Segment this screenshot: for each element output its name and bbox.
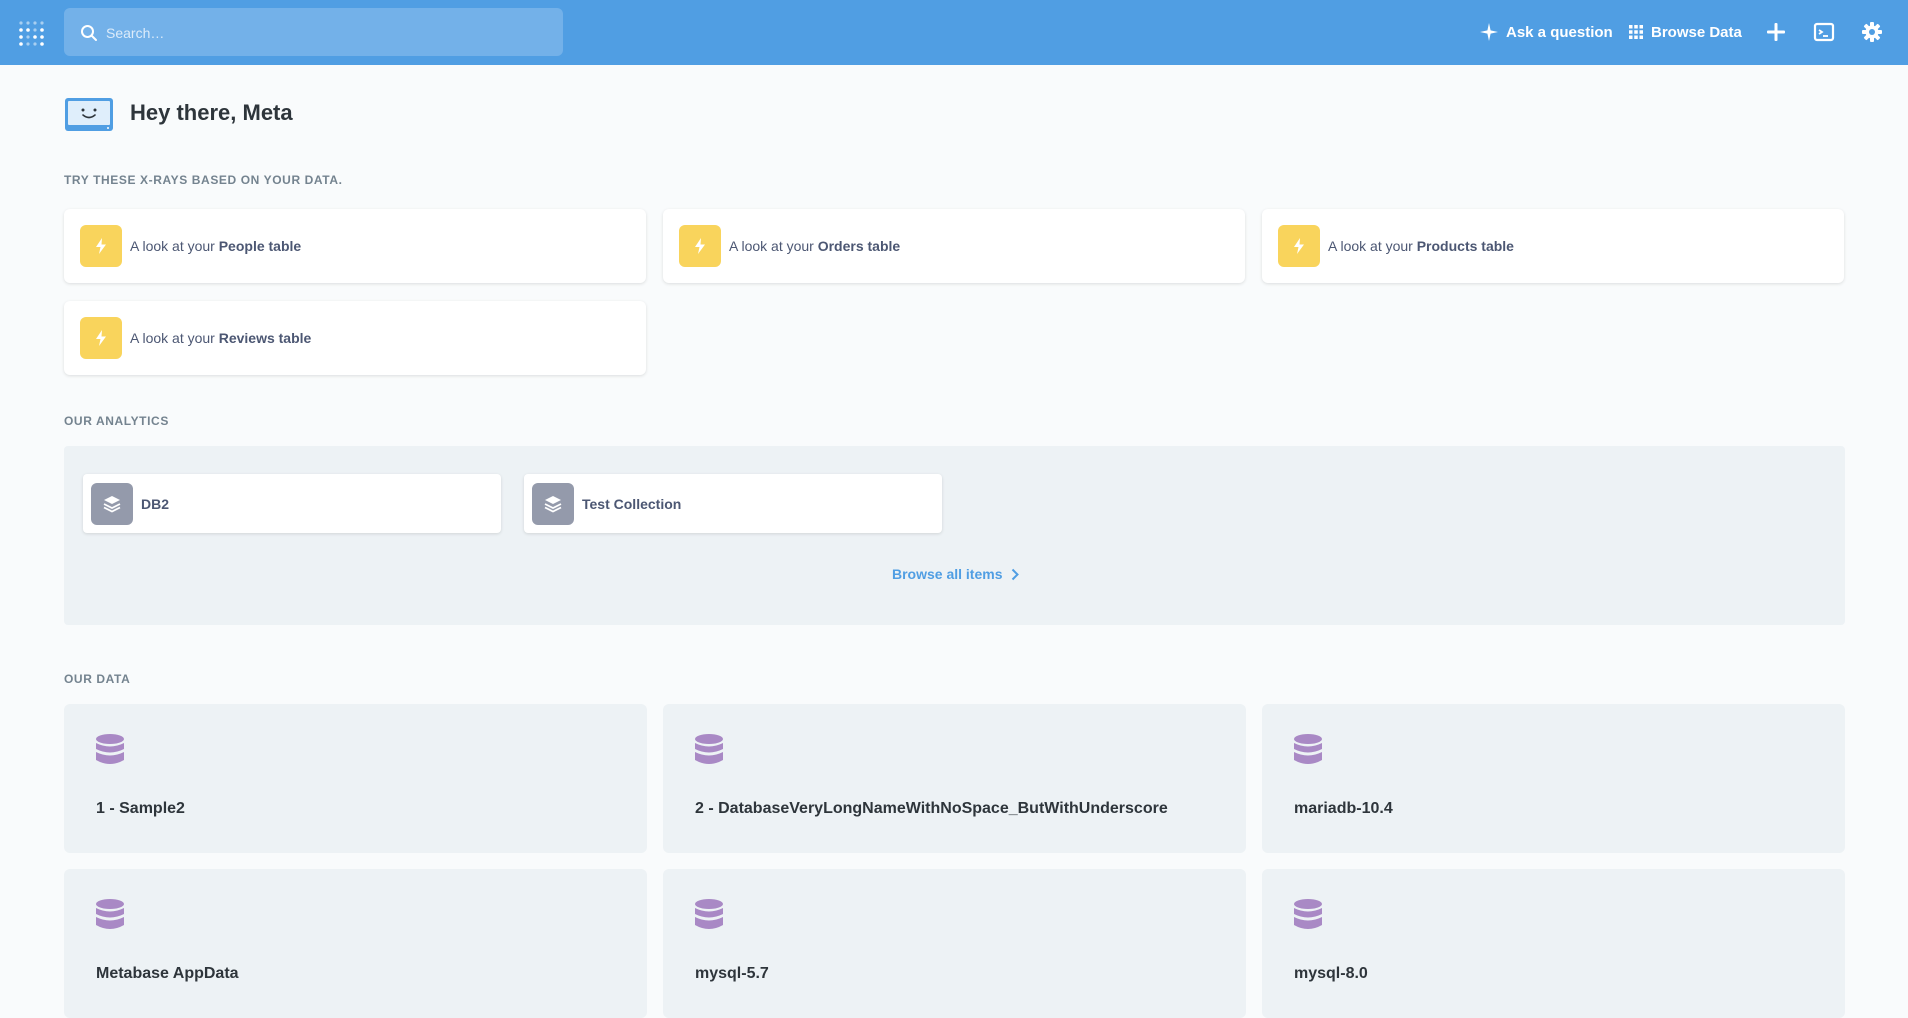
browse-all-label: Browse all items bbox=[892, 566, 1003, 582]
database-name: 2 - DatabaseVeryLongNameWithNoSpace_ButW… bbox=[695, 800, 1168, 817]
database-name: mysql-5.7 bbox=[695, 965, 769, 982]
gear-icon[interactable] bbox=[1861, 21, 1883, 43]
database-card[interactable]: mysql-8.0 bbox=[1262, 869, 1845, 1018]
search-icon bbox=[81, 25, 97, 41]
database-card[interactable]: Metabase AppData bbox=[64, 869, 647, 1018]
xray-card-people[interactable]: A look at your People table bbox=[64, 209, 646, 283]
database-name: 1 - Sample2 bbox=[96, 800, 185, 817]
browse-data-label: Browse Data bbox=[1651, 23, 1742, 41]
chevron-right-icon bbox=[1011, 568, 1019, 580]
xray-card-reviews[interactable]: A look at your Reviews table bbox=[64, 301, 646, 375]
top-nav: Ask a question Browse Data bbox=[0, 0, 1908, 65]
analytics-panel: DB2 Test Collection Browse all items bbox=[64, 446, 1845, 625]
xray-card-products[interactable]: A look at your Products table bbox=[1262, 209, 1844, 283]
greeting-title: Hey there, Meta bbox=[130, 100, 293, 125]
browse-data-button[interactable]: Browse Data bbox=[1629, 16, 1742, 48]
collection-card-test-collection[interactable]: Test Collection bbox=[524, 474, 942, 533]
bolt-icon bbox=[1278, 225, 1320, 267]
plus-icon[interactable] bbox=[1765, 21, 1787, 43]
xray-card-label: A look at your Products table bbox=[1328, 238, 1514, 254]
ask-question-button[interactable]: Ask a question bbox=[1480, 16, 1613, 48]
collection-name: Test Collection bbox=[582, 495, 682, 512]
ask-question-label: Ask a question bbox=[1506, 23, 1613, 41]
metabase-logo-icon[interactable] bbox=[18, 20, 46, 46]
grid-icon bbox=[1629, 25, 1643, 39]
xray-section-title: TRY THESE X-RAYS BASED ON YOUR DATA. bbox=[64, 173, 343, 187]
database-icon bbox=[96, 734, 124, 764]
sql-editor-icon[interactable] bbox=[1813, 21, 1835, 43]
xray-card-label: A look at your Orders table bbox=[729, 238, 901, 254]
collection-icon bbox=[91, 482, 133, 525]
smiling-computer-icon bbox=[65, 98, 113, 131]
collection-card-db2[interactable]: DB2 bbox=[83, 474, 501, 533]
database-icon bbox=[1294, 899, 1322, 929]
search-input[interactable] bbox=[104, 8, 548, 58]
database-name: mysql-8.0 bbox=[1294, 965, 1368, 982]
database-name: mariadb-10.4 bbox=[1294, 800, 1393, 817]
xray-card-label: A look at your People table bbox=[130, 238, 302, 254]
database-card[interactable]: 2 - DatabaseVeryLongNameWithNoSpace_ButW… bbox=[663, 704, 1246, 853]
bolt-icon bbox=[80, 317, 122, 359]
sparkle-icon bbox=[1480, 23, 1498, 41]
xray-card-label: A look at your Reviews table bbox=[130, 330, 312, 346]
search-bar[interactable] bbox=[64, 8, 563, 58]
database-icon bbox=[1294, 734, 1322, 764]
bolt-icon bbox=[80, 225, 122, 267]
database-icon bbox=[695, 734, 723, 764]
data-section-title: OUR DATA bbox=[64, 672, 131, 686]
database-card[interactable]: 1 - Sample2 bbox=[64, 704, 647, 853]
database-card[interactable]: mariadb-10.4 bbox=[1262, 704, 1845, 853]
database-name: Metabase AppData bbox=[96, 965, 239, 982]
database-card[interactable]: mysql-5.7 bbox=[663, 869, 1246, 1018]
xray-card-orders[interactable]: A look at your Orders table bbox=[663, 209, 1245, 283]
bolt-icon bbox=[679, 225, 721, 267]
collection-icon bbox=[532, 482, 574, 525]
database-icon bbox=[695, 899, 723, 929]
database-icon bbox=[96, 899, 124, 929]
collection-name: DB2 bbox=[141, 495, 170, 512]
analytics-section-title: OUR ANALYTICS bbox=[64, 414, 169, 428]
browse-all-items-link[interactable]: Browse all items bbox=[892, 566, 1019, 582]
